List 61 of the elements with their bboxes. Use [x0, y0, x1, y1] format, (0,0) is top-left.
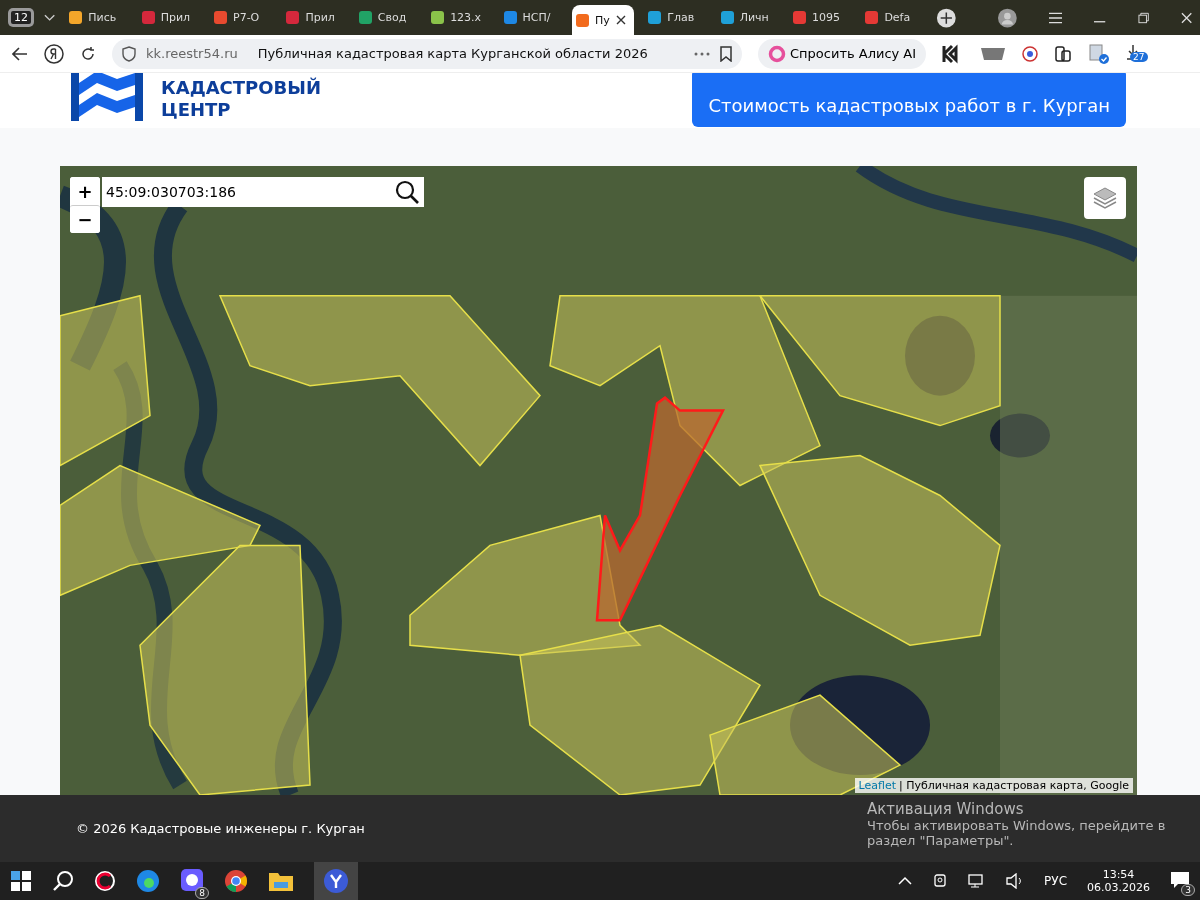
- activation-title: Активация Windows: [867, 800, 1025, 818]
- chevron-up-icon[interactable]: [898, 876, 913, 886]
- language-indicator[interactable]: РУС: [1044, 874, 1067, 888]
- clock-time[interactable]: 13:54: [1102, 868, 1135, 881]
- extension-icon[interactable]: [1054, 44, 1073, 63]
- bookmark-icon[interactable]: [720, 45, 732, 62]
- shield-icon: [122, 45, 136, 62]
- browser-tab[interactable]: Defa: [861, 4, 924, 31]
- profile-avatar-icon[interactable]: [998, 7, 1018, 28]
- reload-icon[interactable]: [80, 45, 96, 62]
- browser-tab[interactable]: НСП/: [499, 4, 562, 31]
- search-field[interactable]: 45:09:030703:186: [102, 177, 390, 207]
- chrome-icon[interactable]: [224, 869, 248, 893]
- yandex-browser-icon: [323, 868, 349, 894]
- tab-count-button[interactable]: 12: [8, 8, 34, 27]
- browser-tab[interactable]: Глав: [644, 4, 707, 31]
- more-icon[interactable]: [694, 51, 710, 56]
- chevron-down-icon[interactable]: [44, 13, 56, 22]
- browser-tab[interactable]: Прил: [137, 4, 200, 31]
- address-bar[interactable]: kk.reestr54.ru Публичная кадастровая карта Курганской области 2026: [112, 38, 742, 69]
- app-icon[interactable]: [94, 870, 116, 892]
- clock-date[interactable]: 06.03.2026: [1087, 881, 1150, 894]
- camera-icon[interactable]: [932, 873, 949, 889]
- search-icon: [395, 180, 419, 204]
- browser-tab[interactable]: Пись: [65, 4, 128, 31]
- leaflet-link[interactable]: Leaflet: [858, 779, 896, 792]
- ask-alice-button[interactable]: Спросить Алису AI: [758, 38, 927, 69]
- restore-icon[interactable]: [1137, 11, 1149, 24]
- attribution-text: | Публичная кадастровая карта, Google: [898, 779, 1129, 792]
- yandex-logo-icon[interactable]: [44, 43, 64, 64]
- page-title: Публичная кадастровая карта Курганской области 2026: [257, 46, 648, 61]
- menu-icon[interactable]: [1049, 11, 1063, 24]
- close-icon[interactable]: [615, 15, 626, 25]
- logo-icon: [71, 73, 143, 121]
- browser-tab[interactable]: Пу: [571, 5, 635, 35]
- browser-tab[interactable]: Прил: [282, 4, 345, 31]
- pricing-button[interactable]: Стоимость кадастровых работ в г. Курган: [692, 73, 1126, 127]
- zoom-out-button[interactable]: −: [70, 205, 100, 233]
- ring-icon: [768, 44, 786, 63]
- activation-text: Чтобы активировать Windows, перейдите в раздел "Параметры".: [867, 818, 1167, 848]
- edge-icon[interactable]: [136, 869, 160, 893]
- copyright-text: © 2026 Кадастровые инженеры г. Курган: [76, 821, 365, 836]
- browser-tab[interactable]: Р7-О: [210, 4, 273, 31]
- browser-tab[interactable]: Свод: [354, 4, 418, 31]
- browser-tab[interactable]: 1095: [789, 4, 852, 31]
- layers-icon: [1092, 186, 1118, 210]
- downloads-badge: 27: [1130, 52, 1148, 62]
- folder-icon[interactable]: [268, 870, 294, 892]
- new-tab-icon[interactable]: [935, 6, 957, 29]
- logo-text: ЦЕНТР: [161, 99, 232, 121]
- notification-count: 3: [1181, 883, 1195, 896]
- layers-button[interactable]: [1084, 177, 1126, 219]
- back-arrow-icon[interactable]: [12, 46, 28, 61]
- yandex-browser-taskbar-button[interactable]: [314, 862, 358, 900]
- search-icon[interactable]: [52, 870, 74, 892]
- browser-tab[interactable]: 123.x: [427, 4, 490, 31]
- start-icon[interactable]: [10, 870, 32, 892]
- browser-tab[interactable]: Личн: [716, 4, 779, 31]
- search-button[interactable]: [390, 177, 424, 207]
- logo-text: КАДАСТРОВЫЙ: [161, 77, 322, 99]
- url-text: kk.reestr54.ru: [146, 46, 238, 61]
